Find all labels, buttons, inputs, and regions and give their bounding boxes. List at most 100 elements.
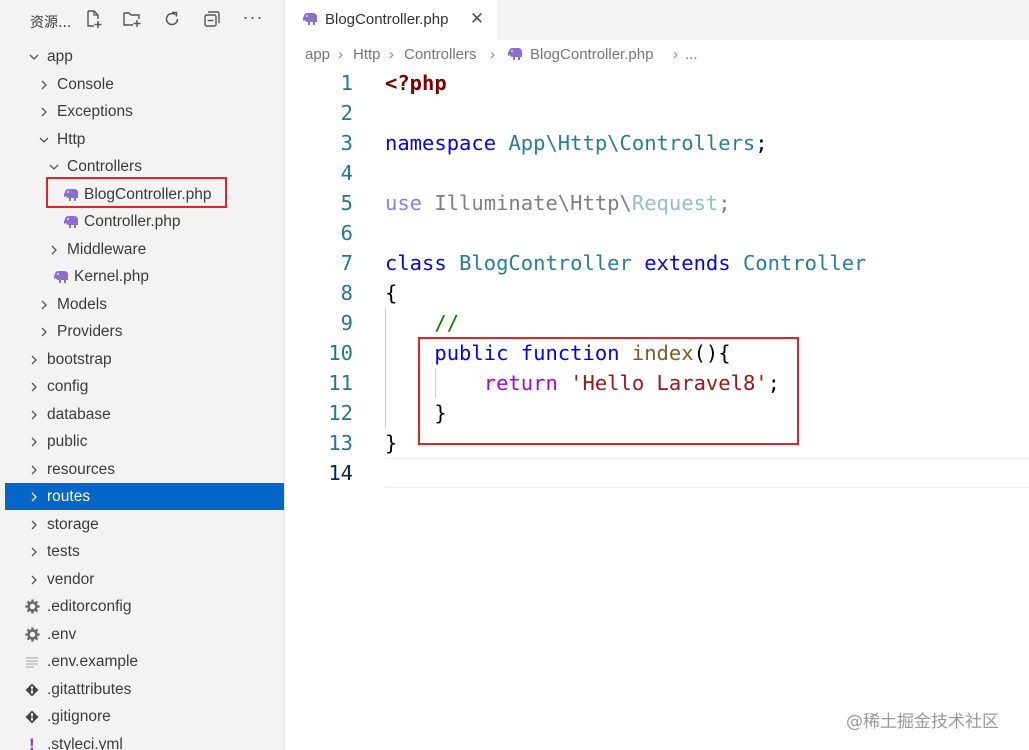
- breadcrumb-item-app[interactable]: app: [305, 46, 330, 63]
- tree-item-tests[interactable]: tests: [5, 538, 284, 565]
- class-name: BlogController: [459, 251, 632, 275]
- tree-item-kernel-php[interactable]: Kernel.php: [5, 263, 284, 290]
- tree-item-console[interactable]: Console: [5, 71, 284, 98]
- tree-item-label: Models: [57, 295, 107, 313]
- chevron-right-icon: ›: [673, 46, 678, 63]
- tree-item-label: Middleware: [67, 240, 147, 258]
- breadcrumb-item-http[interactable]: Http: [353, 46, 381, 63]
- tree-item-label: app: [47, 48, 73, 65]
- tree-item-http[interactable]: Http: [5, 126, 284, 153]
- punctuation: ;: [755, 131, 768, 155]
- tree-item-config[interactable]: config: [5, 373, 284, 400]
- tree-item-label: Providers: [57, 323, 123, 340]
- code-line: 1 <?php: [285, 68, 1029, 98]
- tree-item-app[interactable]: app: [5, 43, 284, 70]
- code-line: 3 namespace App\Http\Controllers;: [285, 128, 1029, 158]
- line-number: 6: [340, 221, 353, 245]
- git-icon: [25, 703, 41, 730]
- chevron-down-icon: [47, 153, 61, 180]
- chevron-right-icon: [27, 346, 41, 373]
- tree-item-storage[interactable]: storage: [5, 511, 284, 538]
- chevron-right-icon: [27, 566, 41, 593]
- tree-item-controllers[interactable]: Controllers: [5, 153, 284, 180]
- tree-item-label: Kernel.php: [74, 268, 149, 285]
- chevron-right-icon: [27, 456, 41, 483]
- chevron-right-icon: ›: [338, 46, 343, 63]
- brace: }: [385, 431, 398, 455]
- keyword: extends: [644, 251, 731, 275]
- code-line: 8 {: [285, 278, 1029, 308]
- tree-item-label: public: [47, 433, 88, 450]
- breadcrumb-item-controllers[interactable]: Controllers: [404, 46, 477, 63]
- tree-item-exceptions[interactable]: Exceptions: [5, 98, 284, 125]
- gear-icon: [25, 621, 41, 648]
- tree-item-middleware[interactable]: Middleware: [5, 236, 284, 263]
- tree-item-models[interactable]: Models: [5, 291, 284, 318]
- tree-item-dot-gitattributes[interactable]: .gitattributes: [5, 676, 284, 703]
- tree-item-label: .env: [47, 625, 77, 643]
- tree-item-dot-env[interactable]: .env: [5, 621, 284, 648]
- tree-item-label: Http: [57, 130, 86, 148]
- code-line: 14: [285, 458, 1029, 488]
- yaml-icon: !: [29, 734, 35, 750]
- tree-item-label: routes: [47, 488, 91, 505]
- brace: {: [385, 281, 398, 305]
- line-number: 4: [340, 161, 353, 185]
- tree-item-label: Controllers: [67, 158, 142, 175]
- code-line: 9 //: [285, 308, 1029, 338]
- tree-item-resources[interactable]: resources: [5, 456, 284, 483]
- tree-item-routes[interactable]: routes: [5, 483, 284, 510]
- tree-item-database[interactable]: database: [5, 401, 284, 428]
- line-number: 1: [340, 71, 353, 95]
- tree-item-dot-env-example[interactable]: .env.example: [5, 648, 284, 675]
- keyword: namespace: [385, 131, 497, 155]
- annotation-box-file: [46, 177, 227, 208]
- tree-item-label: config: [47, 378, 89, 395]
- more-actions-icon[interactable]: ···: [242, 8, 264, 31]
- comment: //: [434, 311, 460, 335]
- php-elephant-icon: [507, 47, 523, 65]
- chevron-right-icon: [27, 511, 41, 538]
- collapse-all-icon[interactable]: [201, 9, 223, 31]
- tree-item-providers[interactable]: Providers: [5, 318, 284, 345]
- chevron-right-icon: [37, 71, 51, 98]
- tree-item-dot-styleci-yml[interactable]: ! .styleci.yml: [5, 731, 284, 750]
- tree-item-dot-editorconfig[interactable]: .editorconfig: [5, 593, 284, 620]
- line-number: 11: [328, 371, 353, 395]
- breadcrumb-item-symbols[interactable]: ...: [685, 46, 698, 63]
- code-line: 5 use Illuminate\Http\Request;: [285, 188, 1029, 218]
- line-number: 10: [328, 341, 353, 365]
- tree-item-dot-gitignore[interactable]: .gitignore: [5, 703, 284, 730]
- explorer-title: 资源...: [30, 15, 72, 31]
- tree-item-label: .styleci.yml: [47, 735, 123, 750]
- close-icon[interactable]: ✕: [468, 10, 486, 28]
- explorer-header: 资源... ···: [0, 0, 284, 40]
- new-folder-icon[interactable]: [121, 9, 143, 31]
- tree-item-vendor[interactable]: vendor: [5, 566, 284, 593]
- tree-item-bootstrap[interactable]: bootstrap: [5, 346, 284, 373]
- chevron-right-icon: [27, 373, 41, 400]
- tree-item-label: .gitattributes: [47, 680, 132, 698]
- tree-item-label: vendor: [47, 570, 95, 588]
- keyword: use: [385, 191, 423, 215]
- tree-item-public[interactable]: public: [5, 428, 284, 455]
- namespace-name: App\Http\Controllers: [508, 131, 756, 155]
- line-number: 9: [340, 311, 353, 335]
- chevron-right-icon: [37, 318, 51, 345]
- tab-blogcontroller[interactable]: BlogController.php ✕: [285, 0, 497, 40]
- line-number: 3: [340, 131, 353, 155]
- line-number: 5: [340, 191, 353, 215]
- class-name: Request: [631, 191, 719, 215]
- breadcrumb-item-file[interactable]: BlogController.php: [530, 46, 653, 63]
- tab-label: BlogController.php: [325, 11, 449, 28]
- php-elephant-icon: [53, 263, 69, 290]
- tree-item-controller-php[interactable]: Controller.php: [5, 208, 284, 235]
- chevron-right-icon: ›: [389, 46, 394, 63]
- chevron-right-icon: [37, 291, 51, 318]
- php-elephant-icon: [63, 208, 79, 235]
- explorer-sidebar: 资源... ··· app Console Exceptions Http Contro…: [0, 0, 285, 750]
- refresh-icon[interactable]: [161, 9, 183, 31]
- class-name: Controller: [742, 251, 867, 275]
- tree-item-label: Console: [57, 75, 114, 93]
- new-file-icon[interactable]: [82, 9, 104, 31]
